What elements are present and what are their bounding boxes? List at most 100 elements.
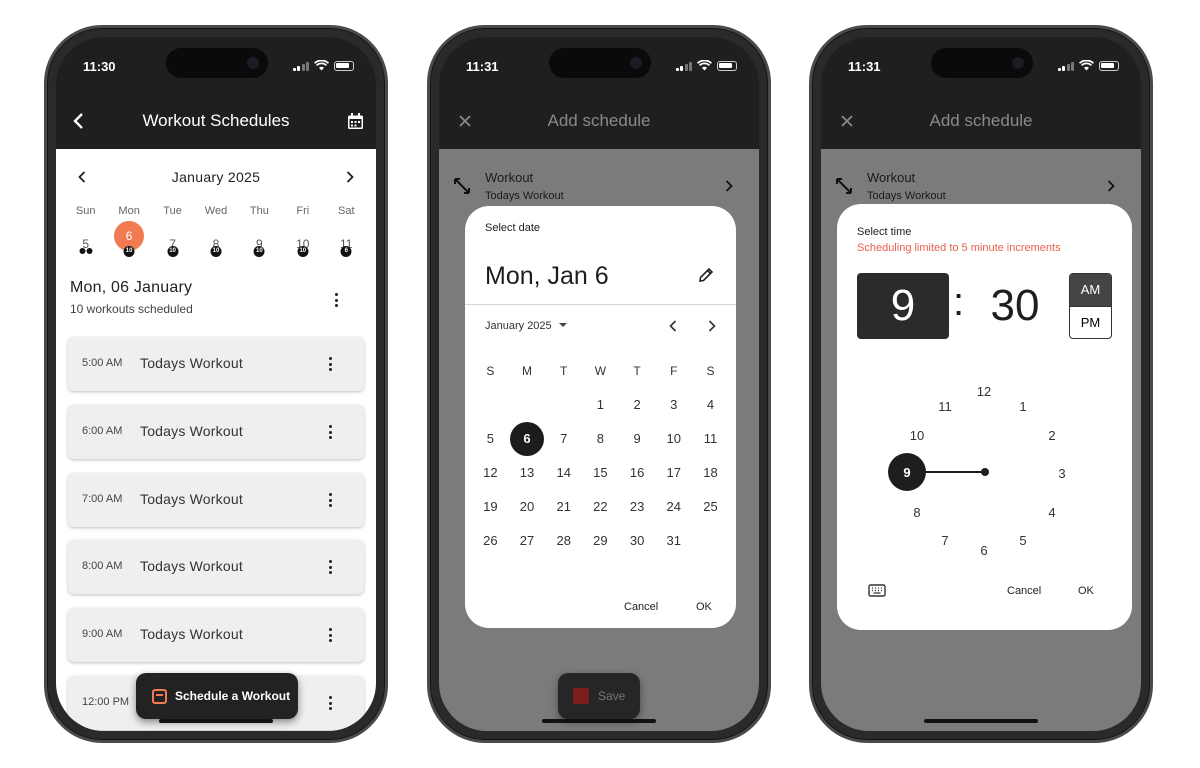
week-day[interactable]: Tue 7 10	[151, 205, 194, 261]
clock-number[interactable]: 4	[1040, 505, 1064, 521]
calendar-day[interactable]: 10	[655, 422, 692, 456]
workout-menu-kebab-icon[interactable]	[322, 355, 338, 373]
increment-warning-text: Scheduling limited to 5 minute increment…	[857, 242, 1061, 254]
weekday-header: W	[594, 364, 607, 378]
ok-button[interactable]: OK	[696, 601, 712, 613]
workout-card[interactable]: 5:00 AM Todays Workout	[68, 337, 364, 391]
date-picker-dialog: Select date Mon, Jan 6 January 2025 S M T W…	[465, 206, 736, 628]
workout-card[interactable]: 8:00 AM Todays Workout	[68, 540, 364, 594]
status-icons	[292, 60, 354, 71]
calendar-day[interactable]: 28	[545, 524, 582, 558]
schedule-workout-button[interactable]: Schedule a Workout	[136, 673, 298, 719]
day-menu-kebab-icon[interactable]	[328, 291, 344, 309]
workout-menu-kebab-icon[interactable]	[322, 694, 338, 712]
minute-field[interactable]: 30	[969, 273, 1061, 339]
clock-number[interactable]: 5	[1011, 533, 1035, 549]
app-bar: Add schedule	[439, 93, 759, 149]
calendar-day[interactable]: 9	[619, 422, 656, 456]
clock-number[interactable]: 6	[972, 543, 996, 559]
next-week-chevron-icon[interactable]	[346, 171, 354, 183]
calendar-day[interactable]: 17	[655, 456, 692, 490]
calendar-day[interactable]: 15	[582, 456, 619, 490]
calendar-day[interactable]: 25	[692, 490, 729, 524]
week-day[interactable]: Mon 6 10	[107, 205, 150, 261]
calendar-day[interactable]: 4	[692, 388, 729, 422]
ok-button[interactable]: OK	[1078, 585, 1094, 597]
next-month-chevron-icon[interactable]	[708, 320, 716, 332]
workout-count-text: 10 workouts scheduled	[70, 302, 193, 316]
calendar-day-selected[interactable]: 6	[509, 422, 546, 456]
dropdown-arrow-icon	[558, 323, 567, 327]
week-day[interactable]: Fri 10 10	[281, 205, 324, 261]
dialog-label: Select date	[485, 222, 541, 234]
clock-number-selected[interactable]: 9	[895, 465, 919, 481]
calendar-day[interactable]: 12	[472, 456, 509, 490]
workout-menu-kebab-icon[interactable]	[322, 558, 338, 576]
clock-number[interactable]: 11	[933, 399, 957, 415]
clock-number[interactable]: 2	[1040, 428, 1064, 444]
calendar-day[interactable]: 7	[545, 422, 582, 456]
keyboard-icon[interactable]	[868, 584, 886, 597]
calendar-day[interactable]: 14	[545, 456, 582, 490]
clock-dial[interactable]: 12 1 2 3 4 5 6 7 8 9 10 11	[883, 372, 1085, 574]
clock-number[interactable]: 8	[905, 505, 929, 521]
calendar-day[interactable]: 19	[472, 490, 509, 524]
save-button[interactable]: Save	[558, 673, 640, 719]
edit-pencil-icon[interactable]	[698, 267, 714, 283]
calendar-day[interactable]: 5	[472, 422, 509, 456]
am-option[interactable]: AM	[1070, 274, 1111, 306]
page-title: Add schedule	[547, 111, 651, 130]
calendar-day[interactable]: 31	[655, 524, 692, 558]
pm-option[interactable]: PM	[1070, 306, 1111, 338]
home-indicator[interactable]	[159, 719, 273, 723]
calendar-day[interactable]: 22	[582, 490, 619, 524]
calendar-day[interactable]: 23	[619, 490, 656, 524]
hour-field[interactable]: 9	[857, 273, 949, 339]
calendar-day[interactable]: 20	[509, 490, 546, 524]
calendar-day[interactable]: 27	[509, 524, 546, 558]
calendar-day[interactable]: 11	[692, 422, 729, 456]
home-indicator[interactable]	[542, 719, 656, 723]
week-day[interactable]: Sat 11 6	[325, 205, 368, 261]
calendar-week-row: 1234	[472, 388, 729, 422]
chevron-right-icon	[725, 180, 733, 192]
month-navigator: January 2025	[56, 163, 376, 189]
calendar-day[interactable]: 8	[582, 422, 619, 456]
clock-number[interactable]: 1	[1011, 399, 1035, 415]
calendar-day[interactable]: 2	[619, 388, 656, 422]
status-time: 11:31	[466, 59, 499, 74]
workout-menu-kebab-icon[interactable]	[322, 491, 338, 509]
clock-number[interactable]: 10	[905, 428, 929, 444]
clock-number[interactable]: 3	[1050, 466, 1074, 482]
week-day[interactable]: Sun 5	[64, 205, 107, 261]
calendar-day[interactable]: 24	[655, 490, 692, 524]
calendar-day[interactable]: 30	[619, 524, 656, 558]
day-name: Tue	[163, 205, 182, 217]
calendar-day[interactable]: 29	[582, 524, 619, 558]
weekday-header: S	[486, 364, 495, 378]
app-bar: Workout Schedules	[56, 93, 376, 149]
calendar-day[interactable]: 16	[619, 456, 656, 490]
clock-number[interactable]: 7	[933, 533, 957, 549]
week-day[interactable]: Wed 8 10	[194, 205, 237, 261]
calendar-day[interactable]: 13	[509, 456, 546, 490]
workout-card[interactable]: 9:00 AM Todays Workout	[68, 608, 364, 662]
workout-card[interactable]: 6:00 AM Todays Workout	[68, 405, 364, 459]
workout-card[interactable]: 7:00 AM Todays Workout	[68, 473, 364, 527]
cancel-button[interactable]: Cancel	[624, 601, 658, 613]
workout-menu-kebab-icon[interactable]	[322, 423, 338, 441]
workout-menu-kebab-icon[interactable]	[322, 626, 338, 644]
home-indicator[interactable]	[924, 719, 1038, 723]
cancel-button[interactable]: Cancel	[1007, 585, 1041, 597]
calendar-day[interactable]: 21	[545, 490, 582, 524]
calendar-day[interactable]: 3	[655, 388, 692, 422]
week-day[interactable]: Thu 9 10	[238, 205, 281, 261]
calendar-day[interactable]: 26	[472, 524, 509, 558]
chevron-right-icon	[1107, 180, 1115, 192]
month-year-dropdown[interactable]: January 2025	[485, 320, 567, 332]
calendar-day[interactable]: 18	[692, 456, 729, 490]
clock-number[interactable]: 12	[972, 384, 996, 400]
calendar-icon[interactable]	[347, 113, 364, 130]
previous-month-chevron-icon[interactable]	[669, 320, 677, 332]
calendar-day[interactable]: 1	[582, 388, 619, 422]
